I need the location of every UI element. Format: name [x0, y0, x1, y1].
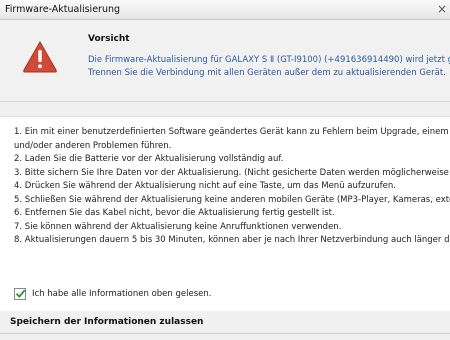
warning-message-line: Trennen Sie die Verbindung mit allen Ger…: [88, 68, 446, 78]
consent-checkbox[interactable]: [14, 288, 26, 300]
instruction-item: 6. Entfernen Sie das Kabel nicht, bevor …: [14, 208, 335, 218]
close-icon[interactable]: ×: [437, 2, 450, 16]
instruction-item: 3. Bitte sichern Sie Ihre Daten vor der …: [14, 167, 450, 178]
instruction-item: und/oder anderen Problemen führen.: [14, 140, 172, 151]
instruction-item: 5. Schließen Sie während der Aktualisier…: [14, 194, 450, 205]
checkmark-icon: [15, 289, 26, 298]
instruction-item: 2. Laden Sie die Batterie vor der Aktual…: [14, 154, 284, 164]
save-info-section: Speichern der Informationen zulassen: [0, 311, 450, 340]
instructions-list: 1. Ein mit einer benutzerdefinierten Sof…: [14, 126, 450, 248]
instruction-item: 8. Aktualisierungen dauern 5 bis 30 Minu…: [14, 235, 450, 245]
consent-label: Ich habe alle Informationen oben gelesen…: [32, 289, 212, 299]
warning-message: Die Firmware-Aktualisierung für GALAXY S…: [88, 54, 450, 80]
warning-heading: Vorsicht: [88, 34, 130, 44]
instruction-item: 1. Ein mit einer benutzerdefinierten Sof…: [14, 127, 450, 137]
consent-checkbox-row[interactable]: Ich habe alle Informationen oben gelesen…: [14, 287, 211, 301]
title-bar: Firmware-Aktualisierung ×: [0, 0, 450, 20]
instruction-item: 4. Drücken Sie während der Aktualisierun…: [14, 181, 396, 191]
warning-icon: [23, 40, 57, 73]
warning-message-line: Die Firmware-Aktualisierung für GALAXY S…: [88, 55, 450, 65]
window-title: Firmware-Aktualisierung: [5, 4, 121, 15]
save-info-heading: Speichern der Informationen zulassen: [10, 317, 204, 327]
instructions-panel: 1. Ein mit einer benutzerdefinierten Sof…: [0, 116, 450, 313]
divider: [0, 333, 450, 334]
warning-header: Vorsicht Die Firmware-Aktualisierung für…: [0, 20, 450, 102]
instruction-item: 7. Sie können während der Aktualisierung…: [14, 221, 342, 232]
